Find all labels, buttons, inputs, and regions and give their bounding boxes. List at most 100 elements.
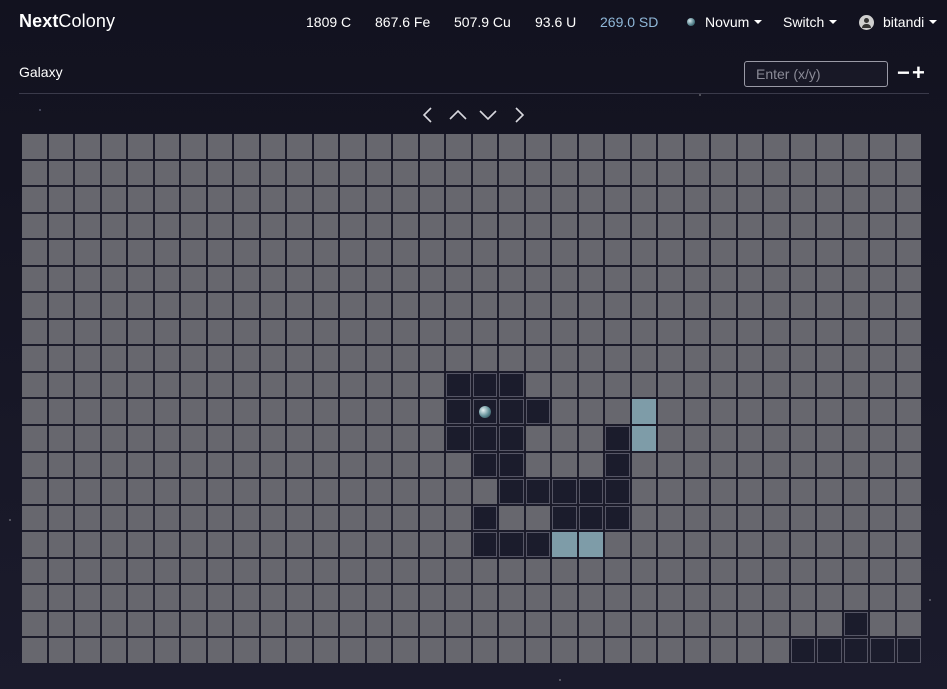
grid-cell[interactable] — [393, 187, 418, 212]
grid-cell[interactable] — [22, 399, 47, 425]
grid-cell[interactable] — [419, 134, 444, 159]
grid-cell[interactable] — [419, 426, 444, 451]
grid-cell[interactable] — [128, 532, 153, 557]
grid-cell[interactable] — [446, 187, 471, 212]
grid-cell[interactable] — [287, 532, 312, 557]
grid-cell[interactable] — [870, 585, 895, 610]
grid-cell[interactable] — [287, 505, 312, 531]
grid-cell-explored[interactable] — [525, 532, 550, 557]
grid-cell[interactable] — [128, 293, 153, 318]
grid-cell[interactable] — [419, 479, 444, 504]
grid-cell-highlighted[interactable] — [631, 426, 656, 451]
grid-cell[interactable] — [287, 213, 312, 239]
grid-cell[interactable] — [711, 187, 736, 212]
grid-cell[interactable] — [48, 558, 73, 584]
grid-cell[interactable] — [552, 611, 577, 637]
grid-cell[interactable] — [711, 240, 736, 265]
grid-cell[interactable] — [101, 479, 126, 504]
grid-cell[interactable] — [578, 585, 603, 610]
grid-cell[interactable] — [128, 558, 153, 584]
grid-cell[interactable] — [234, 479, 259, 504]
grid-cell[interactable] — [764, 532, 789, 557]
grid-cell-explored[interactable] — [446, 426, 471, 451]
grid-cell[interactable] — [790, 319, 815, 345]
grid-cell[interactable] — [260, 266, 285, 292]
grid-cell[interactable] — [843, 452, 868, 478]
grid-cell[interactable] — [260, 479, 285, 504]
grid-cell[interactable] — [234, 585, 259, 610]
grid-cell[interactable] — [631, 585, 656, 610]
grid-cell[interactable] — [75, 479, 100, 504]
grid-cell[interactable] — [790, 399, 815, 425]
grid-cell[interactable] — [684, 346, 709, 371]
grid-cell[interactable] — [154, 611, 179, 637]
grid-cell[interactable] — [366, 213, 391, 239]
grid-cell[interactable] — [711, 399, 736, 425]
grid-cell[interactable] — [48, 319, 73, 345]
grid-cell[interactable] — [525, 426, 550, 451]
grid-cell-explored[interactable] — [552, 479, 577, 504]
grid-cell[interactable] — [870, 240, 895, 265]
grid-cell[interactable] — [340, 426, 365, 451]
grid-cell[interactable] — [446, 266, 471, 292]
grid-cell[interactable] — [366, 532, 391, 557]
grid-cell[interactable] — [154, 319, 179, 345]
grid-cell[interactable] — [128, 399, 153, 425]
grid-cell[interactable] — [605, 319, 630, 345]
grid-cell[interactable] — [75, 187, 100, 212]
grid-cell[interactable] — [843, 293, 868, 318]
grid-cell-explored[interactable] — [499, 479, 524, 504]
grid-cell[interactable] — [605, 532, 630, 557]
grid-cell[interactable] — [711, 266, 736, 292]
grid-cell-highlighted[interactable] — [631, 399, 656, 425]
grid-cell[interactable] — [658, 160, 683, 186]
grid-cell[interactable] — [181, 240, 206, 265]
grid-cell[interactable] — [101, 240, 126, 265]
grid-cell[interactable] — [817, 346, 842, 371]
grid-cell[interactable] — [843, 213, 868, 239]
grid-cell[interactable] — [684, 585, 709, 610]
grid-cell[interactable] — [128, 319, 153, 345]
grid-cell[interactable] — [393, 319, 418, 345]
grid-cell[interactable] — [181, 558, 206, 584]
grid-cell[interactable] — [154, 638, 179, 663]
grid-cell[interactable] — [790, 426, 815, 451]
grid-cell[interactable] — [22, 611, 47, 637]
grid-cell[interactable] — [552, 399, 577, 425]
grid-cell[interactable] — [817, 266, 842, 292]
grid-cell-explored[interactable] — [843, 611, 868, 637]
grid-cell[interactable] — [737, 638, 762, 663]
grid-cell[interactable] — [817, 399, 842, 425]
grid-cell-explored[interactable] — [605, 426, 630, 451]
grid-cell[interactable] — [552, 134, 577, 159]
grid-cell[interactable] — [181, 293, 206, 318]
grid-cell[interactable] — [711, 372, 736, 398]
grid-cell[interactable] — [790, 452, 815, 478]
grid-cell[interactable] — [22, 213, 47, 239]
grid-cell[interactable] — [499, 638, 524, 663]
grid-cell[interactable] — [870, 187, 895, 212]
grid-cell[interactable] — [870, 266, 895, 292]
grid-cell[interactable] — [419, 638, 444, 663]
grid-cell[interactable] — [260, 638, 285, 663]
grid-cell[interactable] — [896, 266, 921, 292]
grid-cell[interactable] — [631, 240, 656, 265]
grid-cell[interactable] — [154, 346, 179, 371]
grid-cell[interactable] — [22, 293, 47, 318]
grid-cell[interactable] — [764, 240, 789, 265]
grid-cell[interactable] — [843, 505, 868, 531]
grid-cell[interactable] — [75, 346, 100, 371]
grid-cell[interactable] — [366, 293, 391, 318]
grid-cell[interactable] — [393, 346, 418, 371]
grid-cell[interactable] — [790, 134, 815, 159]
grid-cell[interactable] — [711, 346, 736, 371]
grid-cell[interactable] — [896, 134, 921, 159]
grid-cell[interactable] — [605, 399, 630, 425]
grid-cell[interactable] — [22, 187, 47, 212]
grid-cell[interactable] — [711, 505, 736, 531]
grid-cell[interactable] — [817, 134, 842, 159]
grid-cell[interactable] — [22, 452, 47, 478]
grid-cell[interactable] — [181, 505, 206, 531]
grid-cell[interactable] — [896, 532, 921, 557]
grid-cell[interactable] — [605, 346, 630, 371]
